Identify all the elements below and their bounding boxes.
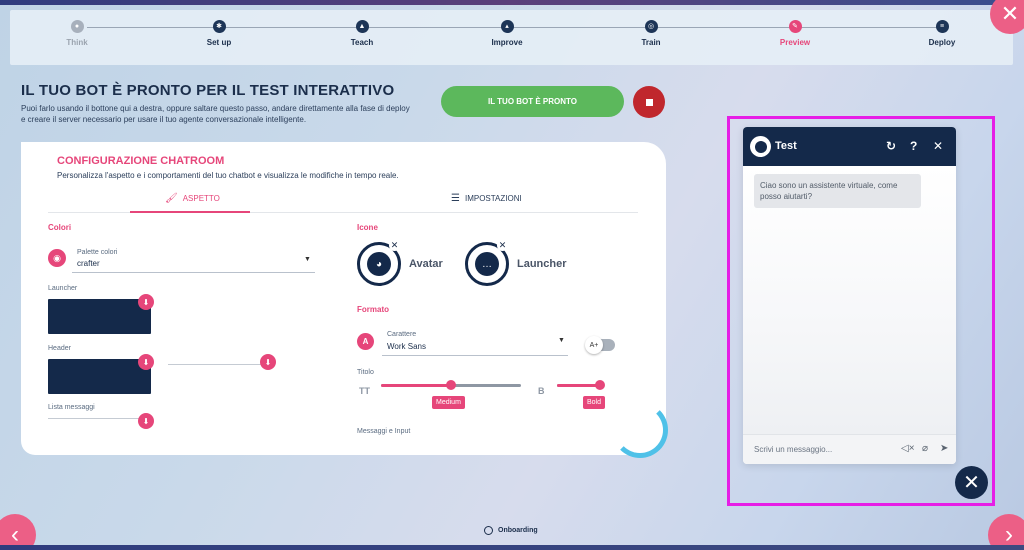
weight-slider-value: Bold <box>583 396 606 409</box>
step-think[interactable]: ● Think <box>37 20 117 47</box>
font-label: Carattere <box>387 331 417 338</box>
step-label: Train <box>641 38 661 47</box>
help-icon[interactable]: ? <box>910 139 917 153</box>
onboarding-link[interactable]: Onboarding <box>484 526 538 535</box>
format-section-label: Formato <box>357 305 389 314</box>
chat-messages: Ciao sono un assistente virtuale, come p… <box>743 166 956 434</box>
step-preview[interactable]: ✎ Preview <box>755 20 835 47</box>
step-teach[interactable]: ▲ Teach <box>322 20 402 47</box>
messages-format-label: Messaggi e Input <box>357 428 411 435</box>
step-improve[interactable]: ▴ Improve <box>467 20 547 47</box>
tab-label: ASPETTO <box>182 194 220 203</box>
onboarding-label: Onboarding <box>498 527 538 534</box>
tab-label: IMPOSTAZIONI <box>464 194 522 203</box>
gear-icon: ✱ <box>212 20 226 33</box>
step-label: Improve <box>491 38 523 47</box>
palette-label: Palette colori <box>77 249 118 256</box>
font-icon: A <box>357 333 374 350</box>
refresh-icon[interactable]: ↻ <box>886 139 896 153</box>
font-underline <box>382 355 568 356</box>
chat-input-bar: Scrivi un messaggio... ◁× ⌀ ➤ <box>743 434 956 464</box>
step-deploy[interactable]: ≡ Deploy <box>902 20 982 47</box>
stop-button[interactable] <box>633 86 665 118</box>
stop-icon <box>645 98 653 106</box>
chat-title: Test <box>775 140 797 152</box>
colors-section-label: Colori <box>48 223 72 232</box>
graduation-cap-icon: ▲ <box>355 20 369 33</box>
step-icon: ● <box>70 20 84 33</box>
chat-preview: Test ↻ ? ✕ Ciao sono un assistente virtu… <box>743 127 956 464</box>
step-label: Set up <box>206 38 232 47</box>
step-setup[interactable]: ✱ Set up <box>179 20 259 47</box>
bot-message: Ciao sono un assistente virtuale, come p… <box>754 174 921 208</box>
tab-settings[interactable]: ☰ IMPOSTAZIONI <box>451 193 522 204</box>
step-label: Think <box>66 38 88 47</box>
bot-face-icon: ◕ <box>367 252 391 276</box>
palette-icon: ◉ <box>48 249 66 267</box>
size-slider-knob[interactable] <box>446 380 456 390</box>
size-slider-fill <box>381 384 451 387</box>
color-picker-icon[interactable]: ⬇ <box>260 354 276 370</box>
chevron-down-icon[interactable]: ▼ <box>558 337 565 344</box>
step-train[interactable]: ◎ Train <box>611 20 691 47</box>
chat-launcher-close-button[interactable]: ✕ <box>955 466 988 499</box>
message-input[interactable]: Scrivi un messaggio... <box>754 445 832 454</box>
title-format-label: Titolo <box>357 369 374 376</box>
bot-avatar <box>750 136 771 157</box>
tab-aspect[interactable]: 🖌 ASPETTO <box>165 193 220 204</box>
chat-header: Test ↻ ? ✕ <box>743 127 956 166</box>
weight-slider-knob[interactable] <box>595 380 605 390</box>
pencil-icon: ✎ <box>788 20 802 33</box>
close-icon[interactable]: ✕ <box>933 139 943 153</box>
palette-underline <box>72 272 315 273</box>
size-slider-value: Medium <box>432 396 465 409</box>
header-color-label: Header <box>48 345 71 352</box>
header-color-swatch[interactable] <box>48 359 151 394</box>
mute-icon[interactable]: ◁× <box>901 443 915 454</box>
toggle-knob: A+ <box>585 336 603 354</box>
color-picker-icon[interactable]: ⬇ <box>138 294 154 310</box>
remove-icon[interactable]: ✕ <box>497 240 508 251</box>
palette-select[interactable]: crafter <box>77 259 100 268</box>
progress-stepper: ● Think ✱ Set up ▲ Teach ▴ Improve ◎ Tra… <box>10 10 1013 65</box>
config-subtitle: Personalizza l'aspetto e i comportamenti… <box>57 171 399 180</box>
icons-section-label: Icone <box>357 223 378 232</box>
launcher-color-label: Launcher <box>48 285 78 292</box>
server-icon: ≡ <box>935 20 949 33</box>
top-strip <box>0 0 1024 5</box>
tab-active-indicator <box>130 211 250 213</box>
avatar-label: Avatar <box>409 258 443 270</box>
card-arc-decoration <box>612 402 668 458</box>
page-title: IL TUO BOT È PRONTO PER IL TEST INTERATT… <box>21 82 395 99</box>
chevron-down-icon[interactable]: ▼ <box>304 256 311 263</box>
triangle-icon: ▴ <box>500 20 514 33</box>
launcher-color-swatch[interactable] <box>48 299 151 334</box>
step-label: Deploy <box>928 38 956 47</box>
chat-bubble-icon: … <box>475 252 499 276</box>
font-select[interactable]: Work Sans <box>387 342 426 351</box>
send-icon[interactable]: ➤ <box>940 443 948 454</box>
onboarding-icon <box>484 526 493 535</box>
bold-icon: B <box>538 386 545 396</box>
color-picker-icon[interactable]: ⬇ <box>138 413 154 429</box>
target-icon: ◎ <box>644 20 658 33</box>
weight-slider-fill <box>557 384 600 387</box>
brush-icon: 🖌 <box>165 193 178 204</box>
mic-off-icon[interactable]: ⌀ <box>922 443 928 454</box>
sliders-icon: ☰ <box>451 193 460 204</box>
header-secondary-swatch[interactable] <box>168 364 268 365</box>
config-title: CONFIGURAZIONE CHATROOM <box>57 155 225 167</box>
page-description: Puoi farlo usando il bottone qui a destr… <box>21 104 410 124</box>
bottom-strip <box>0 545 1024 550</box>
messages-color-label: Lista messaggi <box>48 404 95 411</box>
text-size-icon: TT <box>359 386 370 396</box>
launcher-icon-label: Launcher <box>517 258 567 270</box>
step-label: Teach <box>350 38 374 47</box>
remove-icon[interactable]: ✕ <box>389 240 400 251</box>
messages-color-swatch[interactable] <box>48 418 148 419</box>
bot-ready-button[interactable]: IL TUO BOT È PRONTO <box>441 86 624 117</box>
step-label: Preview <box>779 38 811 47</box>
color-picker-icon[interactable]: ⬇ <box>138 354 154 370</box>
